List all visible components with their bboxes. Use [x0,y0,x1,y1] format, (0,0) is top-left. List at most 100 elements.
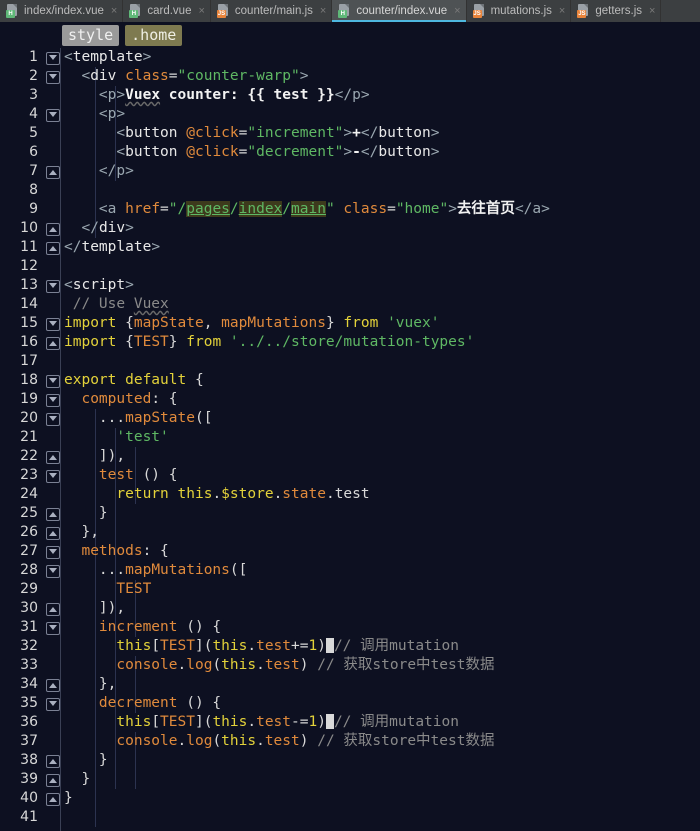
code-line[interactable]: 22 ]), [0,447,700,466]
code-line[interactable]: 33 console.log(this.test) // 获取store中tes… [0,656,700,675]
code-line[interactable]: 20 ...mapState([ [0,409,700,428]
line-number: 31 [20,619,38,635]
close-icon[interactable]: × [198,5,204,17]
close-icon[interactable]: × [111,5,117,17]
tab-mutations-js[interactable]: JS mutations.js × [466,0,572,22]
fold-marker-close[interactable] [42,162,64,181]
code-line[interactable]: 17 [0,352,700,371]
code-line[interactable]: 18 export default { [0,371,700,390]
fold-marker-open[interactable] [42,542,64,561]
code-line[interactable]: 14 // Use Vuex [0,295,700,314]
code-line[interactable]: 3 <p>Vuex counter: {{ test }}</p> [0,86,700,105]
code-text: </template> [64,239,161,255]
code-line[interactable]: 5 <button @click="increment">+</button> [0,124,700,143]
tab-counter-index-vue[interactable]: H counter/index.vue × [332,0,467,22]
fold-marker-open[interactable] [42,67,64,86]
fold-marker-open[interactable] [42,48,64,67]
code-line[interactable]: 31 increment () { [0,618,700,637]
fold-marker-open[interactable] [42,105,64,124]
code-line[interactable]: 24 return this.$store.state.test [0,485,700,504]
fold-marker-close[interactable] [42,770,64,789]
code-line[interactable]: 26 }, [0,523,700,542]
tab-getters-js[interactable]: JS getters.js × [571,0,662,22]
code-line[interactable]: 16 import {TEST} from '../../store/mutat… [0,333,700,352]
line-number: 8 [29,182,38,198]
code-line[interactable]: 32 this[TEST](this.test+=1)// 调用mutation [0,637,700,656]
code-line[interactable]: 37 console.log(this.test) // 获取store中tes… [0,732,700,751]
code-line[interactable]: 41 [0,808,700,827]
code-line[interactable]: 40 } [0,789,700,808]
code-line[interactable]: 13 <script> [0,276,700,295]
fold-marker-open[interactable] [42,694,64,713]
code-line[interactable]: 36 this[TEST](this.test-=1)// 调用mutation [0,713,700,732]
code-line[interactable]: 34 }, [0,675,700,694]
line-number: 36 [20,714,38,730]
fold-marker-open[interactable] [42,409,64,428]
code-line[interactable]: 23 test () { [0,466,700,485]
code-line[interactable]: 38 } [0,751,700,770]
tab-index-index-vue[interactable]: H index/index.vue × [0,0,124,22]
fold-marker-open[interactable] [42,466,64,485]
fold-marker-close[interactable] [42,523,64,542]
line-number: 2 [29,68,38,84]
fold-marker-open[interactable] [42,371,64,390]
fold-marker-open[interactable] [42,314,64,333]
close-icon[interactable]: × [559,5,565,17]
fold-marker-open[interactable] [42,390,64,409]
line-number: 38 [20,752,38,768]
close-icon[interactable]: × [454,5,460,17]
code-line[interactable]: 35 decrement () { [0,694,700,713]
fold-marker-open[interactable] [42,618,64,637]
code-line[interactable]: 15 import {mapState, mapMutations} from … [0,314,700,333]
code-text: ]), [98,600,126,616]
tab-counter-main-js[interactable]: JS counter/main.js × [210,0,333,22]
code-line[interactable]: 29 TEST [0,580,700,599]
code-line[interactable]: 19 computed: { [0,390,700,409]
fold-marker-open[interactable] [42,276,64,295]
code-line[interactable]: 4 <p> [0,105,700,124]
code-text: </p> [98,163,134,179]
fold-marker-close[interactable] [42,751,64,770]
fold-marker-open[interactable] [42,561,64,580]
code-text: ...mapMutations([ [98,562,248,578]
tab-card-vue[interactable]: H card.vue × [123,0,211,22]
code-line[interactable]: 1 <template> [0,48,700,67]
code-line[interactable]: 28 ...mapMutations([ [0,561,700,580]
line-number: 33 [20,657,38,673]
path-link-pages: pages [186,201,230,217]
code-text: </div> [81,220,134,236]
line-number: 1 [29,49,38,65]
breadcrumb-item-style[interactable]: style [62,24,120,46]
code-line[interactable]: 8 [0,181,700,200]
code-line[interactable]: 9 <a href="/pages/index/main" class="hom… [0,200,700,219]
close-icon[interactable]: × [320,5,326,17]
code-line[interactable]: 27 methods: { [0,542,700,561]
fold-marker-close[interactable] [42,219,64,238]
breadcrumb-item-home[interactable]: .home [125,24,183,46]
code-line[interactable]: 11 </template> [0,238,700,257]
code-line[interactable]: 6 <button @click="decrement">-</button> [0,143,700,162]
fold-marker-close[interactable] [42,504,64,523]
fold-marker-close[interactable] [42,599,64,618]
code-editor[interactable]: 1 <template> 2 <div class="counter-warp"… [0,48,700,831]
line-number: 5 [29,125,38,141]
fold-marker-close[interactable] [42,333,64,352]
fold-marker-close[interactable] [42,447,64,466]
code-line[interactable]: 39 } [0,770,700,789]
code-line[interactable]: 10 </div> [0,219,700,238]
code-line[interactable]: 25 } [0,504,700,523]
code-line[interactable]: 30 ]), [0,599,700,618]
code-line[interactable]: 7 </p> [0,162,700,181]
line-number: 35 [20,695,38,711]
tab-label: counter/main.js [234,5,313,17]
fold-marker-close[interactable] [42,675,64,694]
code-line[interactable]: 12 [0,257,700,276]
tab-label: counter/index.vue [356,5,448,17]
line-number: 28 [20,562,38,578]
fold-marker-close[interactable] [42,789,64,808]
close-icon[interactable]: × [649,5,655,17]
line-number: 21 [20,429,38,445]
fold-marker-close[interactable] [42,238,64,257]
code-line[interactable]: 2 <div class="counter-warp"> [0,67,700,86]
code-line[interactable]: 21 'test' [0,428,700,447]
